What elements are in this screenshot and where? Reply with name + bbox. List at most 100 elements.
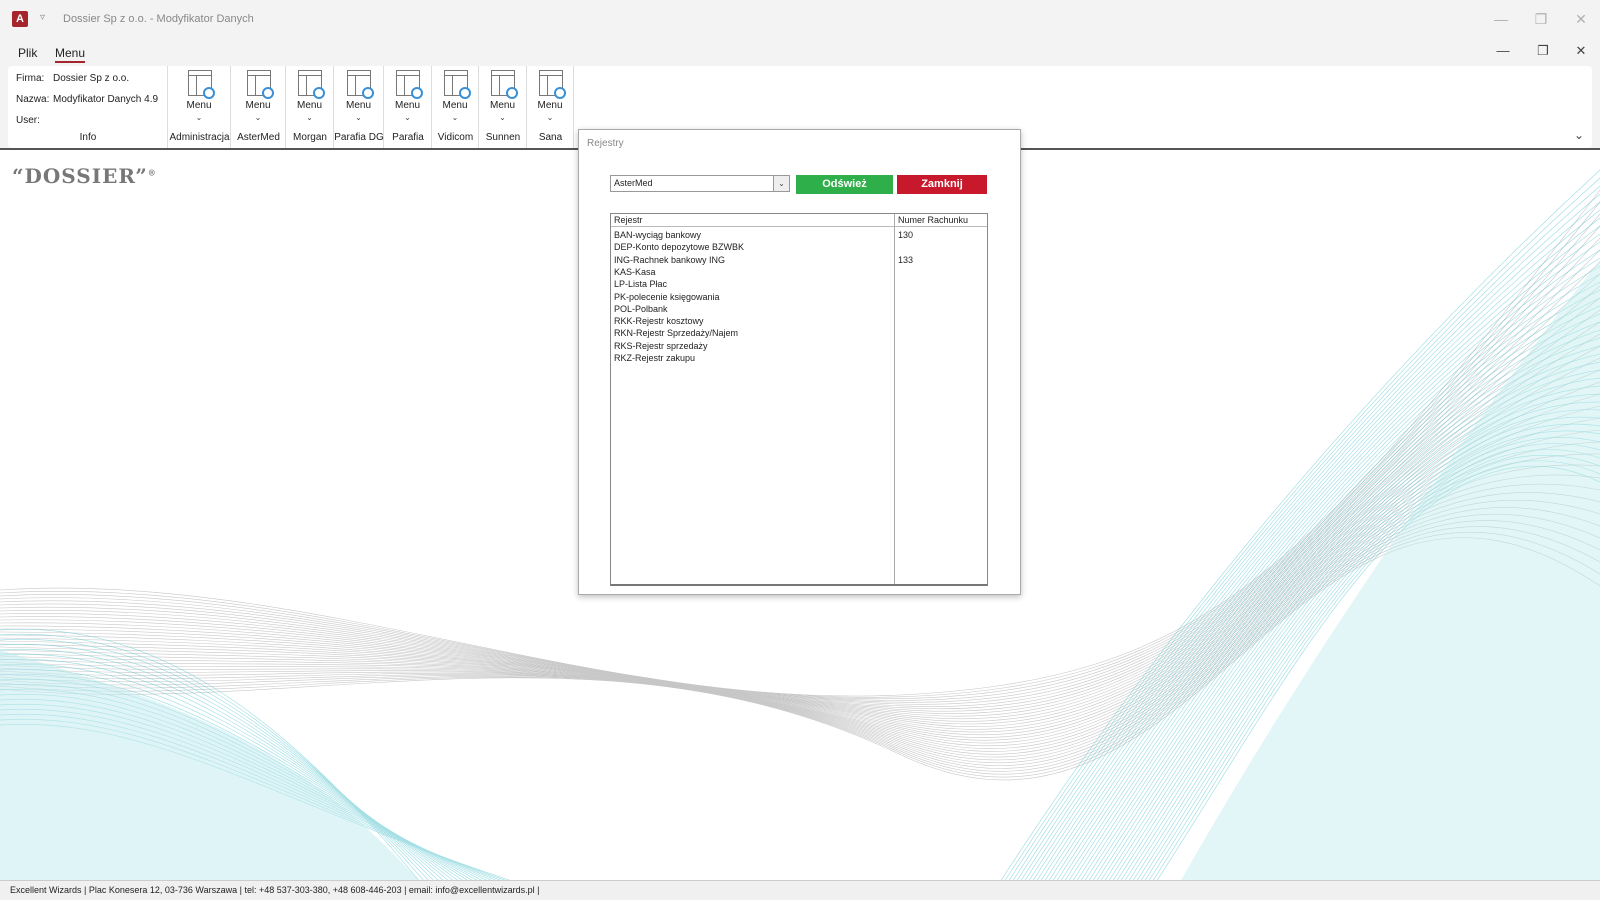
menu-button-label[interactable]: Menu: [231, 100, 285, 111]
ribbon-group-morgan: Menu ⌄ Morgan: [286, 66, 334, 148]
gear-icon: [202, 87, 215, 99]
list-row[interactable]: BAN-wyciąg bankowy 130: [611, 230, 987, 242]
form-settings-icon[interactable]: [298, 70, 325, 99]
user-label: User:: [16, 115, 40, 126]
window-title: Dossier Sp z o.o. - Modyfikator Danych: [63, 13, 254, 25]
rejestry-dialog: Rejestry AsterMed ⌄ Odśwież Zamknij Reje…: [578, 129, 1021, 595]
ribbon-collapse-icon[interactable]: ⌄: [1574, 128, 1584, 142]
ribbon-group-label: Parafia DG: [334, 132, 384, 143]
ribbon-group-label: Administracja: [169, 132, 230, 143]
list-row[interactable]: DEP-Konto depozytowe BZWBK: [611, 242, 987, 254]
ribbon-group-sana: Menu ⌄ Sana: [527, 66, 574, 148]
list-row[interactable]: LP-Lista Płac: [611, 279, 987, 291]
gear-icon: [261, 87, 274, 99]
status-bar: Excellent Wizards | Plac Konesera 12, 03…: [0, 880, 1600, 900]
gear-icon: [506, 87, 518, 99]
list-row[interactable]: RKK-Rejestr kosztowy: [611, 316, 987, 328]
window-close-button[interactable]: ✕: [1566, 8, 1596, 30]
chevron-down-icon[interactable]: ⌄: [334, 113, 383, 122]
form-close-button[interactable]: ✕: [1568, 40, 1594, 62]
ribbon-group-label: Sana: [538, 132, 563, 143]
numer-rachunku-cell: 133: [898, 254, 914, 265]
chevron-down-icon[interactable]: ⌄: [231, 113, 285, 122]
menu-button-label[interactable]: Menu: [286, 100, 333, 111]
chevron-down-icon[interactable]: ⌄: [168, 113, 230, 122]
info-group: Firma: Dossier Sp z o.o. Nazwa: Modyfika…: [8, 66, 168, 148]
chevron-down-icon[interactable]: ⌄: [286, 113, 333, 122]
list-header: Rejestr Numer Rachunku: [611, 214, 987, 227]
rejestr-cell: DEP-Konto depozytowe BZWBK: [614, 242, 745, 253]
chevron-down-icon[interactable]: ⌄: [479, 113, 526, 122]
list-row[interactable]: ING-Rachnek bankowy ING 133: [611, 255, 987, 267]
form-settings-icon[interactable]: [491, 70, 518, 99]
firma-label: Firma:: [16, 73, 45, 84]
menu-button-label[interactable]: Menu: [479, 100, 526, 111]
nazwa-value: Modyfikator Danych 4.9: [53, 94, 159, 105]
menu-button-label[interactable]: Menu: [334, 100, 383, 111]
ribbon-group-sunnen: Menu ⌄ Sunnen: [479, 66, 527, 148]
close-button[interactable]: Zamknij: [897, 175, 987, 194]
form-settings-icon[interactable]: [347, 70, 374, 99]
menu-button-label[interactable]: Menu: [384, 100, 431, 111]
menu-button-label[interactable]: Menu: [527, 100, 573, 111]
chevron-down-icon[interactable]: ⌄: [432, 113, 478, 122]
dialog-title: Rejestry: [587, 138, 624, 149]
form-settings-icon[interactable]: [187, 70, 215, 99]
menu-button-label[interactable]: Menu: [168, 100, 230, 111]
rejestr-cell: LP-Lista Płac: [614, 279, 668, 290]
dossier-logo: “DOSSIER”®: [12, 164, 157, 188]
chevron-down-icon[interactable]: ⌄: [773, 176, 789, 191]
rejestr-cell: RKN-Rejestr Sprzedaży/Najem: [614, 328, 739, 339]
gear-icon: [553, 87, 566, 99]
company-combobox[interactable]: AsterMed ⌄: [610, 175, 790, 192]
rejestr-cell: RKS-Rejestr sprzedaży: [614, 340, 708, 351]
registers-list[interactable]: Rejestr Numer Rachunku BAN-wyciąg bankow…: [610, 213, 988, 586]
ribbon-group-label: Sunnen: [485, 132, 521, 143]
ribbon-group-label: Vidicom: [437, 132, 474, 143]
title-bar: A ▿ Dossier Sp z o.o. - Modyfikator Dany…: [0, 0, 1600, 38]
ribbon-group-vidicom: Menu ⌄ Vidicom: [432, 66, 479, 148]
list-row[interactable]: RKZ-Rejestr zakupu: [611, 353, 987, 365]
ribbon-group-astermed: Menu ⌄ AsterMed: [231, 66, 286, 148]
quick-access-dropdown-icon[interactable]: ▿: [40, 12, 45, 23]
gear-icon: [458, 87, 471, 99]
ribbon-group-label: Morgan: [293, 132, 327, 143]
form-settings-icon[interactable]: [538, 70, 566, 99]
logo-text: “DOSSIER”: [12, 164, 148, 188]
ribbon-group-label: AsterMed: [237, 132, 280, 143]
rejestr-cell: RKZ-Rejestr zakupu: [614, 353, 696, 363]
gear-icon: [411, 87, 423, 99]
chevron-down-icon[interactable]: ⌄: [527, 113, 573, 122]
tab-plik[interactable]: Plik: [18, 46, 37, 60]
window-minimize-button[interactable]: —: [1486, 8, 1516, 30]
firma-value: Dossier Sp z o.o.: [53, 73, 130, 84]
list-row[interactable]: POL-Polbank: [611, 304, 987, 316]
window-restore-button[interactable]: ❐: [1526, 8, 1556, 30]
list-row[interactable]: RKS-Rejestr sprzedaży: [611, 341, 987, 353]
ribbon-group-parafia-dg: Menu ⌄ Parafia DG: [334, 66, 384, 148]
form-settings-icon[interactable]: [396, 70, 423, 99]
list-row[interactable]: KAS-Kasa: [611, 267, 987, 279]
access-app-icon[interactable]: A: [12, 11, 28, 27]
registered-mark: ®: [147, 167, 157, 178]
column-header-numer-rachunku[interactable]: Numer Rachunku: [898, 215, 968, 225]
gear-icon: [362, 87, 374, 99]
ribbon-group-parafia: Menu ⌄ Parafia: [384, 66, 432, 148]
rejestr-cell: ING-Rachnek bankowy ING: [614, 254, 726, 265]
chevron-down-icon[interactable]: ⌄: [384, 113, 431, 122]
list-row[interactable]: RKN-Rejestr Sprzedaży/Najem: [611, 328, 987, 340]
status-text: Excellent Wizards | Plac Konesera 12, 03…: [10, 885, 540, 895]
form-minimize-button[interactable]: —: [1490, 40, 1516, 62]
menu-button-label[interactable]: Menu: [432, 100, 478, 111]
list-row[interactable]: PK-polecenie księgowania: [611, 292, 987, 304]
tab-menu[interactable]: Menu: [55, 46, 86, 63]
rejestr-cell: KAS-Kasa: [614, 266, 656, 277]
column-header-rejestr[interactable]: Rejestr: [614, 215, 643, 225]
nazwa-label: Nazwa:: [16, 94, 50, 105]
form-settings-icon[interactable]: [246, 70, 274, 99]
form-settings-icon[interactable]: [443, 70, 471, 99]
ribbon-group-label: Parafia: [392, 132, 424, 143]
form-restore-button[interactable]: ❐: [1530, 40, 1556, 62]
refresh-button[interactable]: Odśwież: [796, 175, 893, 194]
rejestr-cell: PK-polecenie księgowania: [614, 291, 720, 302]
